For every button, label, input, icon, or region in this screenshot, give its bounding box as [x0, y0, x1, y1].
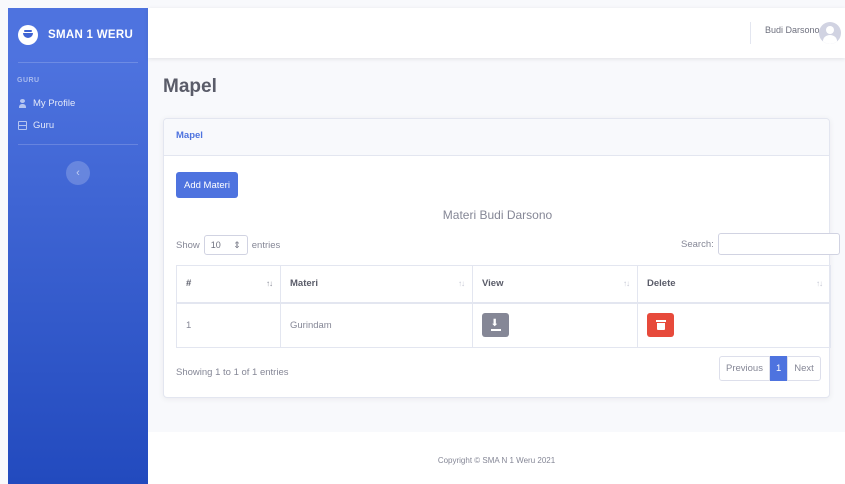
table-icon — [18, 120, 27, 130]
download-button[interactable] — [482, 313, 509, 338]
cell-materi: Gurindam — [280, 302, 473, 348]
mapel-card: Mapel Add Materi Materi Budi Darsono Sho… — [163, 118, 840, 398]
user-icon — [18, 98, 27, 108]
cell-view — [472, 302, 638, 348]
previous-page-button[interactable]: Previous — [719, 356, 770, 381]
laugh-wink-icon — [18, 25, 38, 45]
next-page-button[interactable]: Next — [787, 356, 821, 381]
avatar[interactable] — [819, 22, 841, 44]
table-row: 1 Gurindam — [176, 302, 831, 348]
column-header-delete[interactable]: Delete ↑↓ — [637, 265, 831, 304]
materi-table: # ↑↓ Materi ↑↓ View ↑↓ Delete ↑↓ 1 Gurin… — [176, 265, 831, 348]
page-1-button[interactable]: 1 — [769, 356, 788, 381]
search-label: Search: — [681, 238, 714, 250]
user-name[interactable]: Budi Darsono — [765, 25, 820, 35]
entries-label: entries — [251, 239, 281, 251]
sort-icon: ↑↓ — [458, 279, 465, 288]
column-label: View — [482, 278, 504, 290]
cell-delete — [637, 302, 831, 348]
table-caption: Materi Budi Darsono — [442, 208, 553, 222]
sidebar-toggle-button[interactable]: ‹ — [66, 161, 90, 185]
search-input[interactable] — [717, 233, 840, 255]
card-header: Mapel — [164, 119, 829, 156]
column-header-materi[interactable]: Materi ↑↓ — [280, 265, 473, 304]
entries-select-value: 10 — [210, 240, 221, 250]
topbar: Budi Darsono — [148, 8, 845, 58]
entries-length-control: Show 10 ⇕ entries — [176, 235, 280, 255]
topbar-divider — [750, 22, 751, 44]
copyright-text: Copyright © SMA N 1 Weru 2021 — [437, 456, 556, 465]
chevron-left-icon: ‹ — [76, 167, 80, 179]
sidebar-item-label: Guru — [33, 119, 55, 131]
table-info: Showing 1 to 1 of 1 entries — [176, 367, 289, 378]
footer: Copyright © SMA N 1 Weru 2021 — [148, 432, 845, 484]
entries-select[interactable]: 10 ⇕ — [203, 235, 248, 255]
download-icon — [490, 318, 501, 331]
sort-updown-icon: ⇕ — [233, 239, 241, 250]
brand-name: SMAN 1 WERU — [48, 29, 134, 41]
sidebar: SMAN 1 WERU GURU My Profile Guru ‹ — [8, 8, 148, 484]
delete-button[interactable] — [647, 313, 674, 338]
column-header-number[interactable]: # ↑↓ — [176, 265, 281, 304]
sidebar-item-my-profile[interactable]: My Profile — [8, 92, 148, 114]
column-header-view[interactable]: View ↑↓ — [472, 265, 638, 304]
column-label: Delete — [647, 278, 676, 290]
add-materi-button[interactable]: Add Materi — [176, 172, 238, 198]
table-header-row: # ↑↓ Materi ↑↓ View ↑↓ Delete ↑↓ — [176, 265, 831, 304]
sidebar-brand[interactable]: SMAN 1 WERU — [8, 8, 148, 62]
sort-asc-icon: ↑↓ — [266, 279, 273, 288]
pagination: Previous 1 Next — [719, 356, 821, 381]
sidebar-heading: GURU — [17, 77, 40, 84]
sidebar-item-guru[interactable]: Guru — [8, 114, 148, 136]
search-control: Search: — [681, 233, 840, 255]
show-label: Show — [176, 239, 200, 251]
column-label: Materi — [290, 278, 318, 290]
page-title: Mapel — [163, 76, 217, 97]
sidebar-divider — [18, 144, 138, 145]
trash-icon — [655, 320, 666, 331]
sort-icon: ↑↓ — [816, 279, 823, 288]
sort-icon: ↑↓ — [623, 279, 630, 288]
sidebar-item-label: My Profile — [33, 97, 76, 109]
cell-number: 1 — [176, 302, 281, 348]
column-label: # — [186, 278, 192, 290]
